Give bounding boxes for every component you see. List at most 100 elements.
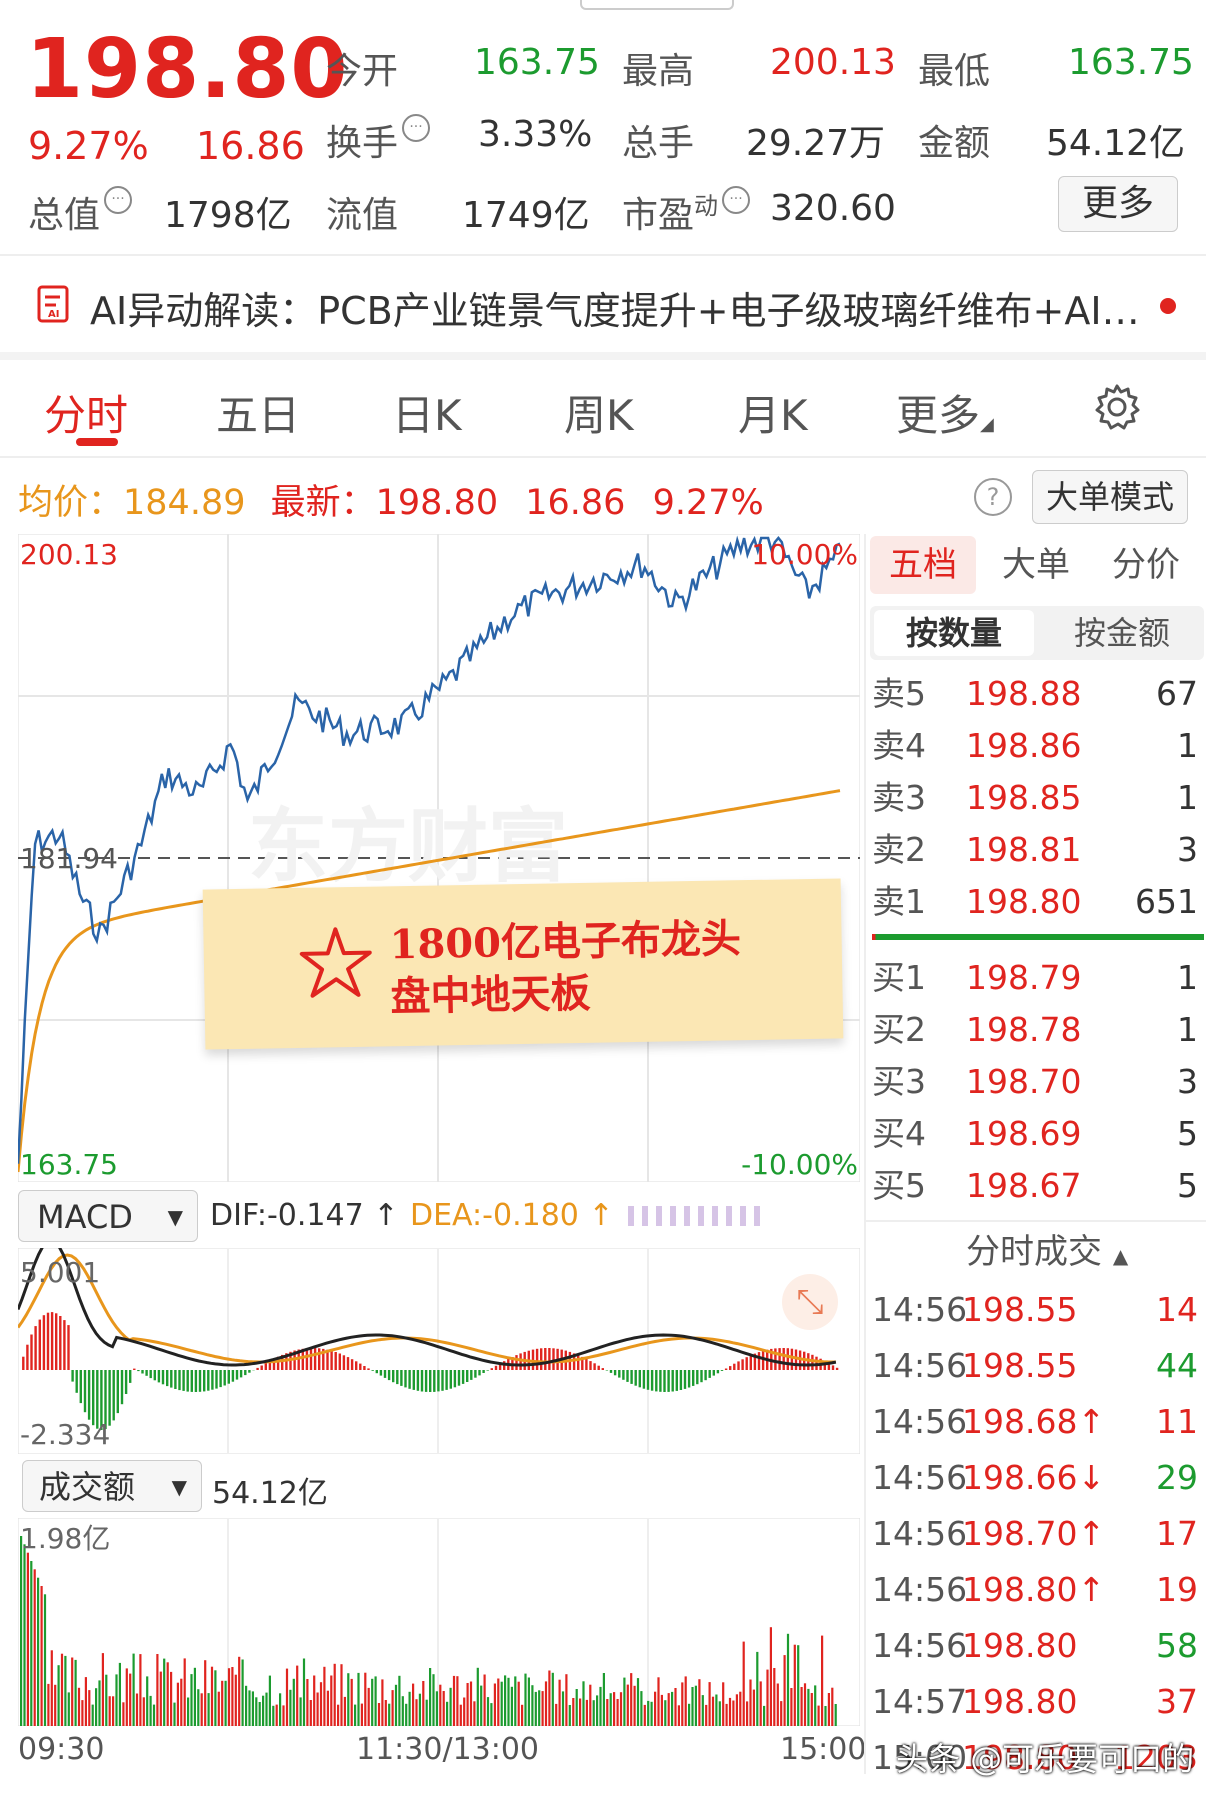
trade-qty: 19 [1156, 1570, 1198, 1609]
volume-bar [486, 1697, 490, 1726]
macd-bar [346, 1357, 350, 1370]
macd-bar [540, 1348, 543, 1370]
latest-price-value: 198.80 [375, 483, 499, 523]
macd-chart[interactable]: 5.001 -2.334 [18, 1248, 860, 1454]
subtab-by-quantity[interactable]: 按数量 [874, 610, 1034, 656]
volume-bar [129, 1673, 132, 1726]
volume-bar [803, 1683, 807, 1726]
trades-header[interactable]: 分时成交 ▲ [966, 1224, 1128, 1284]
macd-bar [305, 1348, 309, 1370]
bid-level-row[interactable]: 买4 198.69 5 [866, 1108, 1206, 1160]
ask-level-row[interactable]: 卖5 198.88 67 [866, 668, 1206, 720]
volume-bar [575, 1689, 578, 1726]
ask-level-row[interactable]: 卖3 198.85 1 [866, 772, 1206, 824]
macd-bar [318, 1348, 321, 1370]
macd-bar [441, 1370, 444, 1391]
volume-bar [752, 1689, 755, 1726]
volume-bar [337, 1704, 340, 1726]
tab-big-orders[interactable]: 大单 [1002, 536, 1070, 594]
volume-bar [776, 1683, 779, 1726]
macd-bar [683, 1370, 687, 1389]
big-order-mode-button[interactable]: 大单模式 [1032, 470, 1188, 524]
ask-level-row[interactable]: 卖4 198.86 1 [866, 720, 1206, 772]
tab-five-levels[interactable]: 五档 [870, 536, 976, 594]
macd-bar [387, 1370, 391, 1381]
macd-bar [453, 1370, 457, 1388]
volume-bar [633, 1685, 636, 1726]
more-button[interactable]: 更多 [1058, 176, 1178, 232]
volume-bar [374, 1676, 377, 1726]
turnover-label-text: 换手 [326, 123, 399, 164]
volume-bar [541, 1691, 544, 1726]
bid-level-row[interactable]: 买2 198.78 1 [866, 1004, 1206, 1056]
info-icon[interactable]: ··· [722, 186, 751, 214]
macd-bar [544, 1348, 547, 1370]
macd-bar [761, 1350, 765, 1370]
volume-bar [105, 1674, 108, 1726]
volume-bar [589, 1684, 592, 1726]
volume-bar [797, 1645, 800, 1726]
trade-row: 14:57 198.80 37 [866, 1674, 1206, 1730]
volume-bar [296, 1665, 299, 1726]
turnover-label[interactable]: 换手 ··· [326, 114, 431, 166]
bid-level-row[interactable]: 买3 198.70 3 [866, 1056, 1206, 1108]
macd-selector[interactable]: MACD ▼ [18, 1190, 198, 1242]
volume-bar [667, 1693, 670, 1726]
ask-level-qty: 1 [1177, 726, 1198, 765]
trade-row: 14:56 198.70↑ 17 [866, 1506, 1206, 1562]
tab-intraday[interactable]: 分时 [44, 382, 128, 443]
volume-chart[interactable]: 1.98亿 [18, 1518, 860, 1726]
macd-bar [720, 1370, 724, 1371]
subtab-by-amount[interactable]: 按金额 [1042, 610, 1202, 656]
volume-bar [95, 1688, 98, 1726]
tab-more[interactable]: 更多◢ [896, 382, 994, 443]
trade-price: 198.66↓ [962, 1458, 1106, 1497]
volume-bar [452, 1675, 456, 1726]
trade-price: 198.80 [962, 1682, 1078, 1721]
macd-bar [470, 1370, 473, 1380]
ask-level-row[interactable]: 卖1 198.80 651 [866, 876, 1206, 928]
volume-selector[interactable]: 成交额 ▼ [22, 1460, 202, 1512]
ai-banner[interactable]: AI AI异动解读：PCB产业链景气度提升+电子级玻璃纤维布+AI… [0, 256, 1206, 352]
volume-bar [47, 1683, 50, 1726]
settings-gear-icon[interactable] [1092, 382, 1142, 432]
macd-bar [577, 1355, 580, 1370]
pe-label[interactable]: 市盈动 ··· [622, 186, 751, 238]
expand-chart-button[interactable]: ⤡ [782, 1274, 838, 1330]
tab-daily-k[interactable]: 日K [392, 382, 462, 443]
volume-bar [299, 1697, 302, 1726]
bid-level-row[interactable]: 买5 198.67 5 [866, 1160, 1206, 1212]
trade-time: 14:56 [872, 1514, 968, 1553]
volume-selector-label: 成交额 [39, 1468, 136, 1506]
bid-level-label: 买4 [872, 1114, 926, 1153]
macd-bar [605, 1370, 609, 1371]
volume-bar [60, 1653, 64, 1726]
bid-level-row[interactable]: 买1 198.79 1 [866, 952, 1206, 1004]
market-cap-label[interactable]: 总值 ··· [28, 186, 133, 238]
tab-monthly-k[interactable]: 月K [738, 382, 808, 443]
ask-level-label: 卖1 [872, 882, 926, 921]
macd-bar [174, 1370, 177, 1389]
volume-bar [630, 1673, 633, 1726]
volume-bar [483, 1674, 486, 1726]
tab-five-day[interactable]: 五日 [216, 382, 300, 443]
ask-level-row[interactable]: 卖2 198.81 3 [866, 824, 1206, 876]
macd-bar [153, 1370, 156, 1381]
volume-bar [432, 1674, 435, 1726]
volume-bar [142, 1697, 145, 1726]
help-icon[interactable]: ? [974, 478, 1012, 516]
order-book-panel: 五档 大单 分价 按数量 按金额 卖5 198.88 67 卖4 198.86 1 卖3 19… [864, 534, 1206, 1777]
volume-bar [705, 1704, 708, 1726]
avg-price-label: 均价： [18, 483, 124, 523]
tab-price-distribution[interactable]: 分价 [1112, 536, 1180, 594]
intraday-chart[interactable]: 东方财富 200.13 181.94 163.75 10.00% -10.00% [18, 534, 860, 1182]
volume-bar [108, 1696, 111, 1726]
tab-weekly-k[interactable]: 周K [564, 382, 634, 443]
macd-bar [239, 1370, 243, 1378]
info-icon[interactable]: ··· [402, 114, 431, 142]
trade-qty: 58 [1156, 1626, 1198, 1665]
info-icon[interactable]: ··· [104, 186, 133, 214]
volume-bar [214, 1670, 217, 1726]
macd-bar [309, 1348, 313, 1370]
volume-bar [544, 1681, 548, 1726]
